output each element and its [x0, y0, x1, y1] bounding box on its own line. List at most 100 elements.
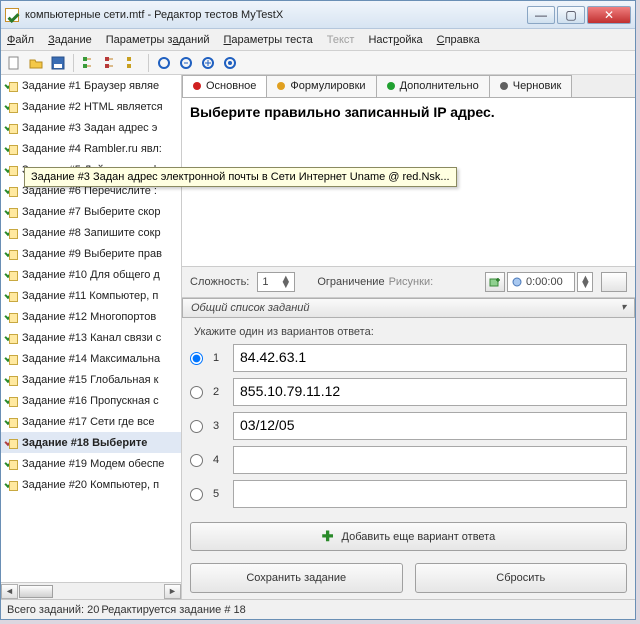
task-row[interactable]: Задание #14 Максимальна [1, 348, 181, 369]
task-check-icon [5, 457, 18, 470]
app-icon [5, 8, 19, 22]
statusbar: Всего заданий: 20 Редактируется задание … [1, 599, 635, 619]
task-check-icon [5, 331, 18, 344]
image-add-icon[interactable] [485, 272, 505, 292]
open-icon[interactable] [27, 54, 45, 72]
titlebar[interactable]: компьютерные сети.mtf - Редактор тестов … [1, 1, 635, 29]
task-check-icon [5, 184, 18, 197]
reset-button[interactable]: Сбросить [415, 563, 628, 593]
extra-button[interactable] [601, 272, 627, 292]
answer-field[interactable]: 84.42.63.1 [233, 344, 627, 372]
task-label: Задание #4 Rambler.ru явл: [22, 143, 162, 155]
collapse-header[interactable]: Общий список заданий▾ [182, 298, 635, 319]
answer-number: 3 [213, 420, 223, 432]
task-label: Задание #11 Компьютер, п [22, 290, 158, 302]
task-row[interactable]: Задание #2 HTML является [1, 96, 181, 117]
answer-radio[interactable] [190, 352, 203, 365]
task-row[interactable]: Задание #7 Выберите скор [1, 201, 181, 222]
time-box[interactable]: 0:00:00 [507, 272, 575, 292]
task-row[interactable]: Задание #10 Для общего д [1, 264, 181, 285]
maximize-button[interactable]: ▢ [557, 6, 585, 24]
task-row[interactable]: Задание #19 Модем обеспе [1, 453, 181, 474]
task-list[interactable]: Задание #1 Браузер являеЗадание #2 HTML … [1, 75, 181, 582]
task-row[interactable]: Задание #11 Компьютер, п [1, 285, 181, 306]
task-row[interactable]: Задание #17 Сети где все [1, 411, 181, 432]
task-row[interactable]: Задание #18 Выберите [1, 432, 181, 453]
task-check-icon [5, 226, 18, 239]
answer-row: 184.42.63.1 [190, 344, 627, 372]
time-spinner[interactable]: ▲▼ [577, 272, 593, 292]
answer-field[interactable]: 855.10.79.11.12 [233, 378, 627, 406]
tree3-icon[interactable] [124, 54, 142, 72]
task-row[interactable]: Задание #9 Выберите прав [1, 243, 181, 264]
tree2-icon[interactable] [102, 54, 120, 72]
task-check-icon [5, 79, 18, 92]
task-label: Задание #13 Канал связи с [22, 332, 161, 344]
clock-icon [512, 277, 522, 287]
answer-row: 3 03/12/05 [190, 412, 627, 440]
menu-settings[interactable]: Настройка [368, 34, 422, 46]
task-label: Задание #14 Максимальна [22, 353, 160, 365]
difficulty-spinner[interactable]: 1▲▼ [257, 272, 295, 292]
task-row[interactable]: Задание #12 Многопортов [1, 306, 181, 327]
task-label: Задание #3 Задан адрес э [22, 122, 157, 134]
answers-header: Укажите один из вариантов ответа: [182, 318, 635, 342]
answer-radio[interactable] [190, 488, 203, 501]
task-label: Задание #10 Для общего д [22, 269, 160, 281]
add-answer-button[interactable]: ✚Добавить еще вариант ответа [190, 522, 627, 551]
dot-icon [193, 82, 201, 90]
answer-number: 5 [213, 488, 223, 500]
scroll-thumb[interactable] [19, 585, 53, 598]
answer-number: 2 [213, 386, 223, 398]
answer-field[interactable]: 03/12/05 [233, 412, 627, 440]
close-button[interactable]: ✕ [587, 6, 631, 24]
task-check-icon [5, 247, 18, 260]
tree1-icon[interactable] [80, 54, 98, 72]
task-row[interactable]: Задание #3 Задан адрес э [1, 117, 181, 138]
task-label: Задание #20 Компьютер, п [22, 479, 159, 491]
task-row[interactable]: Задание #16 Пропускная с [1, 390, 181, 411]
minimize-button[interactable]: — [527, 6, 555, 24]
task-row[interactable]: Задание #15 Глобальная к [1, 369, 181, 390]
circle4-icon[interactable] [221, 54, 239, 72]
plus-icon: ✚ [322, 528, 334, 545]
menu-help[interactable]: Справка [437, 34, 480, 46]
menu-test-params[interactable]: Параметры теста [224, 34, 313, 46]
task-check-icon [5, 310, 18, 323]
task-row[interactable]: Задание #13 Канал связи с [1, 327, 181, 348]
scroll-left-icon[interactable]: ◄ [1, 584, 18, 599]
tab-draft[interactable]: Черновик [489, 75, 573, 97]
toolbar [1, 51, 635, 75]
answer-radio[interactable] [190, 386, 203, 399]
task-row[interactable]: Задание #4 Rambler.ru явл: [1, 138, 181, 159]
menubar: Файл Задание Параметры заданий Параметры… [1, 29, 635, 51]
chevron-down-icon: ▾ [621, 302, 626, 313]
answer-radio[interactable] [190, 420, 203, 433]
save-icon[interactable] [49, 54, 67, 72]
scroll-right-icon[interactable]: ► [164, 584, 181, 599]
tab-form[interactable]: Формулировки [266, 75, 376, 97]
answer-field[interactable] [233, 480, 627, 508]
new-icon[interactable] [5, 54, 23, 72]
task-row[interactable]: Задание #8 Запишите сокр [1, 222, 181, 243]
save-task-button[interactable]: Сохранить задание [190, 563, 403, 593]
task-row[interactable]: Задание #20 Компьютер, п [1, 474, 181, 495]
menu-task[interactable]: Задание [48, 34, 92, 46]
h-scrollbar[interactable]: ◄ ► [1, 582, 181, 599]
params-bar: Сложность: 1▲▼ Ограничение Рисунки: 0:00… [182, 267, 635, 297]
tabs: Основное Формулировки Дополнительно Черн… [182, 75, 635, 98]
answer-row: 5 [190, 480, 627, 508]
answer-field[interactable] [233, 446, 627, 474]
menu-task-params[interactable]: Параметры заданий [106, 34, 210, 46]
status-total: Всего заданий: 20 [7, 604, 99, 616]
tab-main[interactable]: Основное [182, 75, 267, 97]
task-check-icon [5, 100, 18, 113]
circle2-icon[interactable] [177, 54, 195, 72]
circle3-icon[interactable] [199, 54, 217, 72]
menu-file[interactable]: Файл [7, 34, 34, 46]
task-row[interactable]: Задание #1 Браузер являе [1, 75, 181, 96]
task-check-icon [5, 268, 18, 281]
tab-extra[interactable]: Дополнительно [376, 75, 490, 97]
circle1-icon[interactable] [155, 54, 173, 72]
answer-radio[interactable] [190, 454, 203, 467]
